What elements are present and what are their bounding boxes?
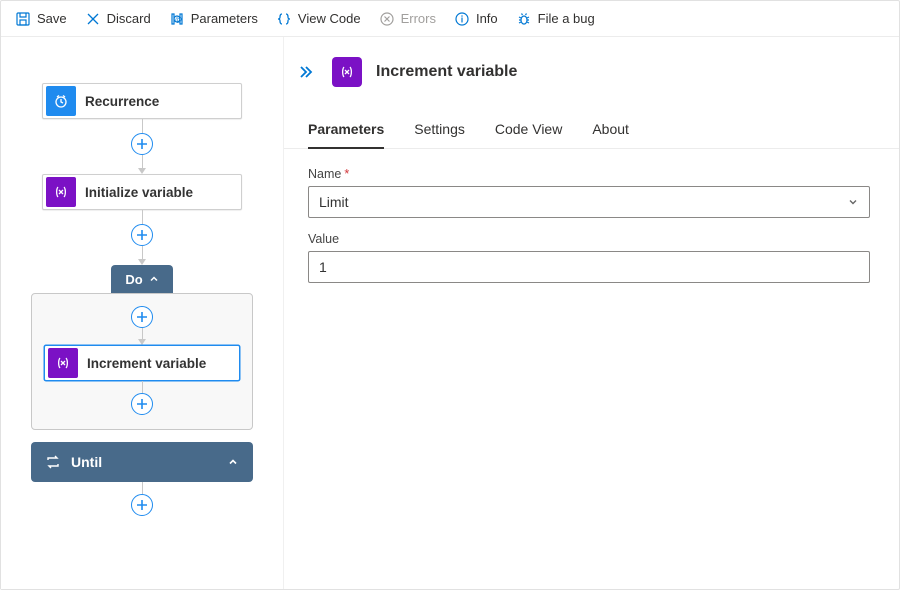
add-step-button[interactable] — [131, 494, 153, 516]
discard-icon — [85, 11, 101, 27]
panel-tabs: Parameters Settings Code View About — [284, 87, 899, 149]
main-area: Recurrence Initialize variable — [1, 37, 899, 589]
chevron-down-icon — [847, 196, 859, 208]
node-recurrence-label: Recurrence — [79, 94, 159, 109]
info-icon — [454, 11, 470, 27]
tab-parameters[interactable]: Parameters — [308, 115, 384, 149]
parameters-icon: @ — [169, 11, 185, 27]
node-increment-variable[interactable]: Increment variable — [44, 345, 240, 381]
errors-icon — [379, 11, 395, 27]
tab-settings[interactable]: Settings — [414, 115, 465, 148]
name-select[interactable]: Limit — [308, 186, 870, 218]
variable-icon — [332, 57, 362, 87]
tab-codeview[interactable]: Code View — [495, 115, 562, 148]
bug-label: File a bug — [538, 11, 595, 26]
value-input[interactable] — [308, 251, 870, 283]
variable-icon — [48, 348, 78, 378]
code-icon — [276, 11, 292, 27]
parameters-form: Name* Limit Value — [284, 149, 899, 283]
tab-about[interactable]: About — [592, 115, 629, 148]
chevron-up-icon — [227, 456, 239, 468]
node-initialize-label: Initialize variable — [79, 185, 193, 200]
add-step-button[interactable] — [131, 133, 153, 155]
save-button[interactable]: Save — [7, 7, 75, 31]
node-initialize-variable[interactable]: Initialize variable — [42, 174, 242, 210]
viewcode-button[interactable]: View Code — [268, 7, 369, 31]
do-label: Do — [125, 272, 142, 287]
add-step-button[interactable] — [131, 393, 153, 415]
chevron-up-icon — [149, 274, 159, 284]
value-label: Value — [308, 232, 875, 246]
viewcode-label: View Code — [298, 11, 361, 26]
until-label: Until — [71, 454, 102, 470]
bug-icon — [516, 11, 532, 27]
designer-canvas[interactable]: Recurrence Initialize variable — [1, 37, 284, 589]
until-bar[interactable]: Until — [31, 442, 253, 482]
info-button[interactable]: Info — [446, 7, 506, 31]
parameters-button[interactable]: @ Parameters — [161, 7, 266, 31]
info-label: Info — [476, 11, 498, 26]
svg-text:@: @ — [175, 17, 182, 24]
save-label: Save — [37, 11, 67, 26]
add-step-button[interactable] — [131, 306, 153, 328]
bug-button[interactable]: File a bug — [508, 7, 603, 31]
connector — [131, 119, 153, 174]
clock-icon — [46, 86, 76, 116]
name-value: Limit — [319, 194, 349, 210]
loop-icon — [45, 454, 61, 470]
panel-title: Increment variable — [374, 63, 517, 81]
node-increment-label: Increment variable — [81, 356, 206, 371]
do-header[interactable]: Do — [111, 265, 173, 293]
discard-label: Discard — [107, 11, 151, 26]
collapse-panel-button[interactable] — [292, 61, 320, 83]
do-container: Increment variable — [31, 293, 253, 430]
variable-icon — [46, 177, 76, 207]
errors-label: Errors — [401, 11, 436, 26]
errors-button: Errors — [371, 7, 444, 31]
node-recurrence[interactable]: Recurrence — [42, 83, 242, 119]
save-icon — [15, 11, 31, 27]
add-step-button[interactable] — [131, 224, 153, 246]
name-label: Name* — [308, 167, 875, 181]
connector — [131, 210, 153, 265]
discard-button[interactable]: Discard — [77, 7, 159, 31]
toolbar: Save Discard @ Parameters View Code Erro… — [1, 1, 899, 37]
properties-panel: Increment variable Parameters Settings C… — [284, 37, 899, 589]
parameters-label: Parameters — [191, 11, 258, 26]
